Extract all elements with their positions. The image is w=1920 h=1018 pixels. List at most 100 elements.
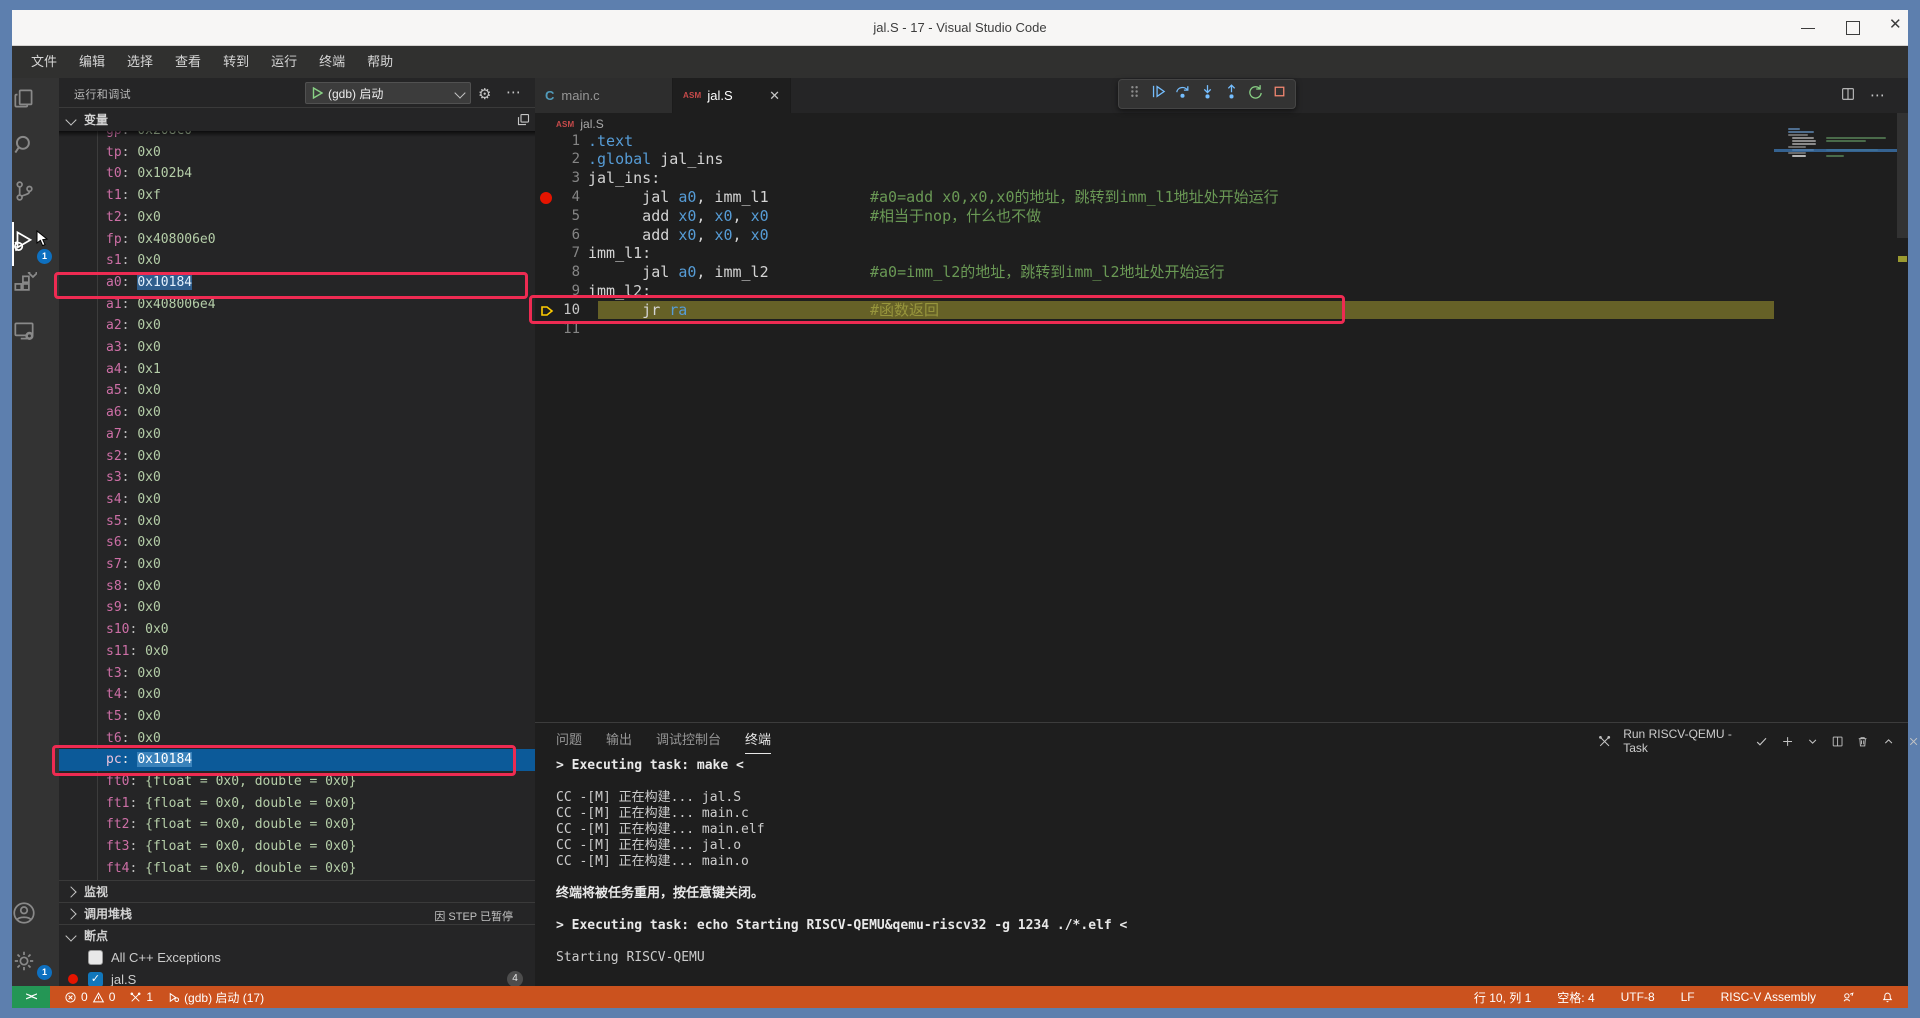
breakpoint-checkbox[interactable] bbox=[88, 950, 103, 965]
register-row-t4[interactable]: t4: 0x0 bbox=[59, 684, 535, 706]
sidebar-more-icon[interactable]: ⋯ bbox=[506, 83, 522, 101]
restart-icon[interactable] bbox=[1247, 83, 1264, 105]
problems-status[interactable]: 0 0 bbox=[64, 990, 115, 1004]
code-line-11[interactable]: 11 bbox=[535, 320, 1908, 339]
terminal-output[interactable]: > Executing task: make < CC -[M] 正在构建...… bbox=[556, 758, 1856, 966]
register-row-s5[interactable]: s5: 0x0 bbox=[59, 511, 535, 533]
editor-scrollbar[interactable] bbox=[1897, 113, 1908, 238]
register-row-t0[interactable]: t0: 0x102b4 bbox=[59, 163, 535, 185]
menu-item-选择[interactable]: 选择 bbox=[116, 54, 164, 69]
code-line-3[interactable]: 3jal_ins: bbox=[535, 169, 1908, 188]
code-line-10[interactable]: 10 jr ra#函数返回 bbox=[535, 301, 1908, 320]
register-row-a3[interactable]: a3: 0x0 bbox=[59, 337, 535, 359]
register-row-a2[interactable]: a2: 0x0 bbox=[59, 315, 535, 337]
maximize-panel-icon[interactable] bbox=[1882, 734, 1895, 749]
terminal-process-label[interactable]: Run RISCV-QEMU - Task bbox=[1623, 727, 1743, 755]
remote-explorer-icon[interactable] bbox=[11, 318, 37, 344]
register-row-s7[interactable]: s7: 0x0 bbox=[59, 554, 535, 576]
start-debug-icon[interactable] bbox=[312, 87, 323, 99]
source-control-icon[interactable] bbox=[11, 178, 37, 204]
register-row-s4[interactable]: s4: 0x0 bbox=[59, 489, 535, 511]
register-row-a4[interactable]: a4: 0x1 bbox=[59, 359, 535, 381]
code-line-8[interactable]: 8 jal a0, imm_l2#a0=imm_l2的地址，跳转到imm_l2地… bbox=[535, 263, 1908, 282]
register-row-s11[interactable]: s11: 0x0 bbox=[59, 641, 535, 663]
launch-config-dropdown[interactable]: (gdb) 启动 bbox=[305, 82, 471, 104]
register-row-s1[interactable]: s1: 0x0 bbox=[59, 250, 535, 272]
feedback-icon[interactable] bbox=[1842, 991, 1855, 1004]
debug-session-status[interactable]: (gdb) 启动 (17) bbox=[167, 989, 264, 1006]
register-row-ft0[interactable]: ft0: {float = 0x0, double = 0x0} bbox=[59, 771, 535, 793]
menu-item-编辑[interactable]: 编辑 bbox=[68, 54, 116, 69]
register-row-t1[interactable]: t1: 0xf bbox=[59, 185, 535, 207]
register-row-s6[interactable]: s6: 0x0 bbox=[59, 532, 535, 554]
panel-tab-调试控制台[interactable]: 调试控制台 bbox=[656, 729, 721, 754]
code-line-6[interactable]: 6 add x0, x0, x0 bbox=[535, 226, 1908, 245]
register-row-t3[interactable]: t3: 0x0 bbox=[59, 663, 535, 685]
callstack-section-header[interactable]: 调用堆栈 因 STEP 已暂停 bbox=[59, 902, 535, 924]
search-icon[interactable] bbox=[11, 132, 37, 158]
close-panel-icon[interactable] bbox=[1907, 734, 1920, 749]
menu-item-转到[interactable]: 转到 bbox=[212, 54, 260, 69]
minimap[interactable] bbox=[1774, 128, 1897, 168]
eol-status[interactable]: LF bbox=[1681, 990, 1695, 1004]
breakpoint-item[interactable]: All C++ Exceptions bbox=[59, 946, 535, 968]
step-into-icon[interactable] bbox=[1199, 83, 1216, 105]
register-row-a7[interactable]: a7: 0x0 bbox=[59, 424, 535, 446]
indentation-status[interactable]: 空格: 4 bbox=[1557, 989, 1594, 1006]
menu-item-文件[interactable]: 文件 bbox=[20, 54, 68, 69]
kill-terminal-icon[interactable] bbox=[1856, 734, 1869, 749]
account-icon[interactable] bbox=[11, 900, 37, 926]
register-row-a6[interactable]: a6: 0x0 bbox=[59, 402, 535, 424]
run-and-debug-icon[interactable] bbox=[11, 228, 37, 254]
register-row-a5[interactable]: a5: 0x0 bbox=[59, 380, 535, 402]
register-row-s2[interactable]: s2: 0x0 bbox=[59, 446, 535, 468]
notifications-bell-icon[interactable] bbox=[1881, 991, 1894, 1004]
code-line-4[interactable]: 4 jal a0, imm_l1#a0=add x0,x0,x0的地址，跳转到i… bbox=[535, 188, 1908, 207]
remote-indicator[interactable]: >< bbox=[12, 986, 50, 1008]
new-terminal-icon[interactable] bbox=[1781, 734, 1794, 749]
code-line-5[interactable]: 5 add x0, x0, x0#相当于nop，什么也不做 bbox=[535, 207, 1908, 226]
register-row-s3[interactable]: s3: 0x0 bbox=[59, 467, 535, 489]
register-row-t6[interactable]: t6: 0x0 bbox=[59, 728, 535, 750]
code-line-1[interactable]: 1.text bbox=[535, 132, 1908, 151]
menu-item-查看[interactable]: 查看 bbox=[164, 54, 212, 69]
split-terminal-icon[interactable] bbox=[1831, 734, 1844, 749]
register-row-fp[interactable]: fp: 0x408006e0 bbox=[59, 229, 535, 251]
language-mode-status[interactable]: RISC-V Assembly bbox=[1721, 990, 1816, 1004]
stop-icon[interactable] bbox=[1271, 83, 1288, 105]
breakpoints-section-header[interactable]: 断点 bbox=[59, 924, 535, 946]
cursor-position-status[interactable]: 行 10, 列 1 bbox=[1474, 989, 1531, 1006]
register-row-s8[interactable]: s8: 0x0 bbox=[59, 576, 535, 598]
continue-icon[interactable] bbox=[1150, 83, 1167, 105]
menu-item-运行[interactable]: 运行 bbox=[260, 54, 308, 69]
register-row-s10[interactable]: s10: 0x0 bbox=[59, 619, 535, 641]
menu-item-终端[interactable]: 终端 bbox=[308, 54, 356, 69]
panel-tab-问题[interactable]: 问题 bbox=[556, 729, 582, 754]
register-row-a0[interactable]: a0: 0x10184 bbox=[59, 272, 535, 294]
step-out-icon[interactable] bbox=[1223, 83, 1240, 105]
register-row-ft3[interactable]: ft3: {float = 0x0, double = 0x0} bbox=[59, 836, 535, 858]
breakpoint-item[interactable]: ✓jal.S4 bbox=[59, 968, 535, 986]
breakpoint-checkbox[interactable]: ✓ bbox=[88, 972, 103, 987]
settings-gear-icon[interactable] bbox=[11, 948, 37, 974]
panel-tab-终端[interactable]: 终端 bbox=[745, 729, 771, 754]
menu-item-帮助[interactable]: 帮助 bbox=[356, 54, 404, 69]
drag-grip-icon[interactable] bbox=[1126, 83, 1143, 105]
register-row-ft2[interactable]: ft2: {float = 0x0, double = 0x0} bbox=[59, 814, 535, 836]
register-row-t5[interactable]: t5: 0x0 bbox=[59, 706, 535, 728]
extensions-icon[interactable] bbox=[11, 272, 37, 298]
code-line-2[interactable]: 2.global jal_ins bbox=[535, 150, 1908, 169]
watch-section-header[interactable]: 监视 bbox=[59, 880, 535, 902]
code-line-9[interactable]: 9imm_l2: bbox=[535, 282, 1908, 301]
debug-settings-gear-icon[interactable]: ⚙ bbox=[478, 85, 491, 103]
explorer-icon[interactable] bbox=[11, 86, 37, 112]
register-row-a1[interactable]: a1: 0x408006e4 bbox=[59, 294, 535, 316]
step-over-icon[interactable] bbox=[1174, 83, 1191, 105]
open-panel-icon[interactable] bbox=[516, 112, 531, 132]
panel-tab-输出[interactable]: 输出 bbox=[606, 729, 632, 754]
register-row-s9[interactable]: s9: 0x0 bbox=[59, 597, 535, 619]
register-row-ft1[interactable]: ft1: {float = 0x0, double = 0x0} bbox=[59, 793, 535, 815]
code-line-7[interactable]: 7imm_l1: bbox=[535, 244, 1908, 263]
terminal-dropdown-icon[interactable] bbox=[1806, 734, 1819, 749]
register-row-t2[interactable]: t2: 0x0 bbox=[59, 207, 535, 229]
